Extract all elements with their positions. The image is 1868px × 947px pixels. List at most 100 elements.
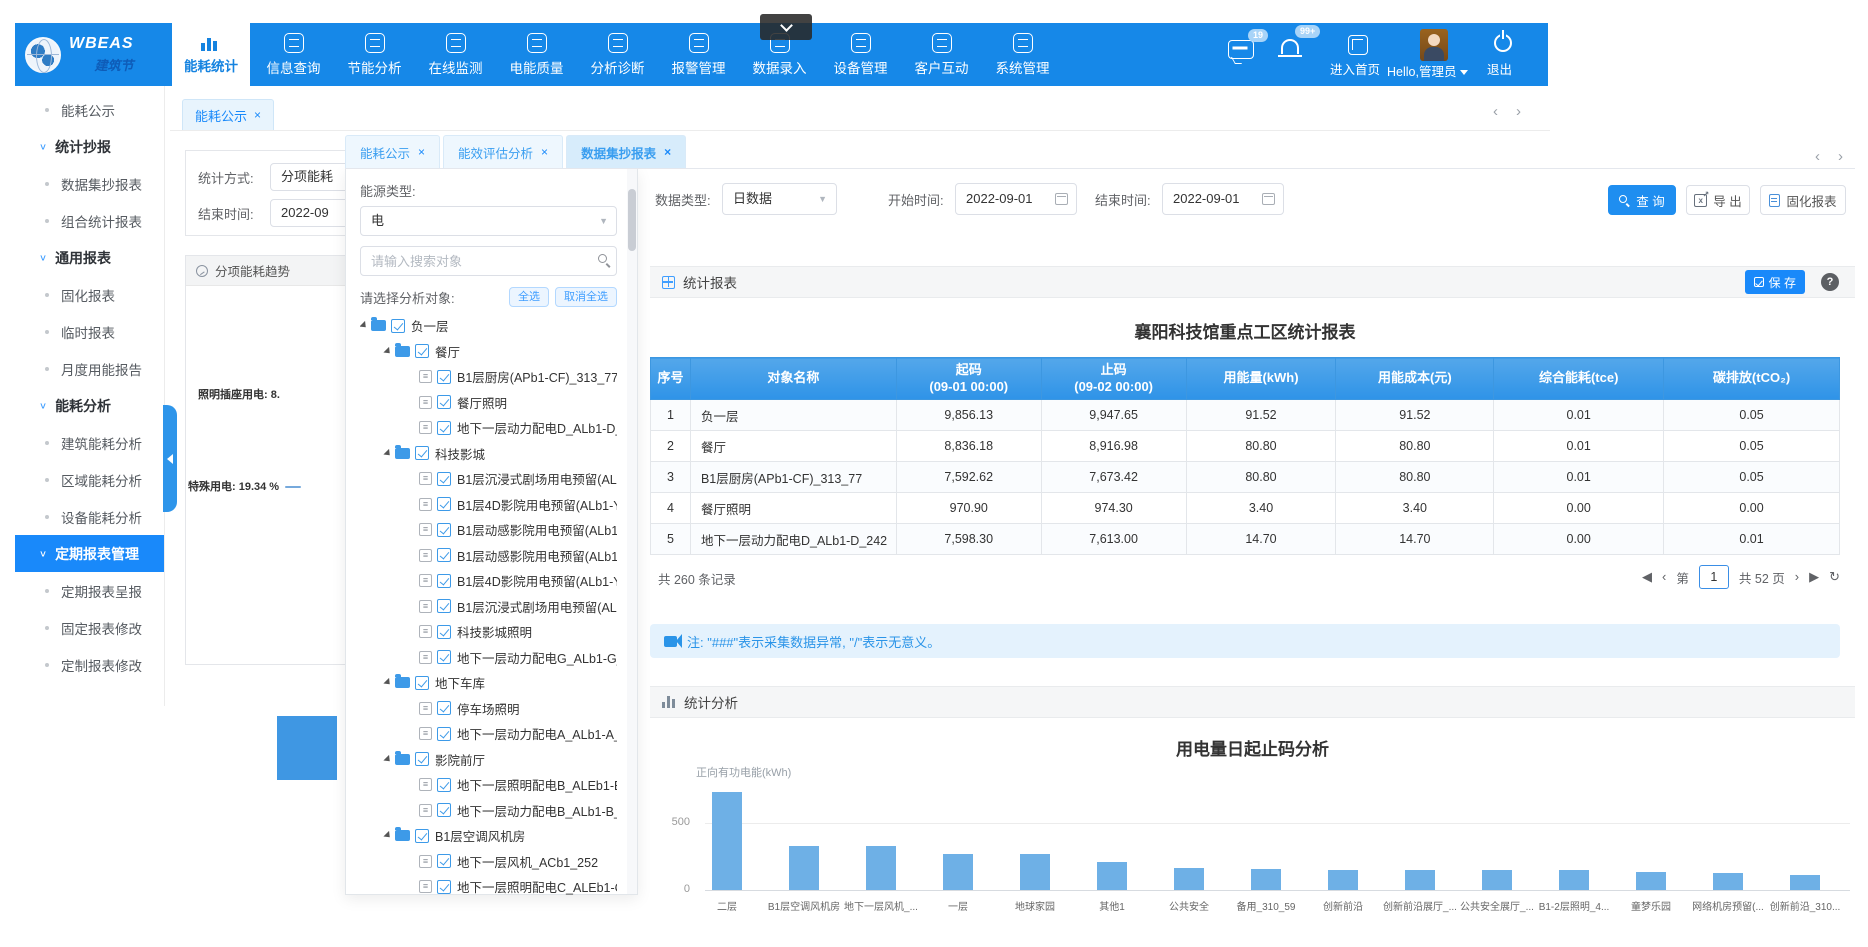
message-icon[interactable] xyxy=(1228,40,1254,59)
checkbox-checked[interactable] xyxy=(437,701,451,715)
tree-node[interactable]: ≡B1层4D影院用电预留(ALb1-YY(4 xyxy=(360,492,617,518)
close-icon[interactable]: × xyxy=(254,108,261,122)
checkbox-checked[interactable] xyxy=(437,650,451,664)
checkbox-checked[interactable] xyxy=(437,421,451,435)
tree-node[interactable]: ≡地下一层风机_ACb1_252 xyxy=(360,849,617,875)
sidebar-item-设备能耗分析[interactable]: 设备能耗分析 xyxy=(15,498,164,535)
workspace-tabs-right-arrow[interactable]: › xyxy=(1838,148,1843,165)
nav-item-energy-statistics[interactable]: 能耗统计 xyxy=(172,23,250,86)
start-date-input[interactable]: 2022-09-01 xyxy=(955,183,1077,215)
outer-tabs-left-arrow[interactable]: ‹ xyxy=(1493,103,1498,120)
expander-icon[interactable] xyxy=(383,678,392,687)
tree-node[interactable]: 科技影城 xyxy=(360,441,617,467)
prev-page-icon[interactable]: ‹ xyxy=(1662,565,1666,589)
checkbox-checked[interactable] xyxy=(415,752,429,766)
checkbox-checked[interactable] xyxy=(437,727,451,741)
checkbox-checked[interactable] xyxy=(437,574,451,588)
search-icon[interactable] xyxy=(598,254,607,263)
sidebar-item-建筑能耗分析[interactable]: 建筑能耗分析 xyxy=(15,424,164,461)
home-icon[interactable] xyxy=(1348,35,1368,55)
first-page-icon[interactable]: ◀ xyxy=(1642,565,1652,589)
workspace-tabs-left-arrow[interactable]: ‹ xyxy=(1815,148,1820,165)
checkbox-checked[interactable] xyxy=(437,625,451,639)
sidebar-item-固化报表[interactable]: 固化报表 xyxy=(15,276,164,313)
save-button[interactable]: 保 存 xyxy=(1745,270,1805,294)
workspace-tab-能效评估分析[interactable]: 能效评估分析× xyxy=(443,135,563,168)
sidebar-item-固定报表修改[interactable]: 固定报表修改 xyxy=(15,609,164,646)
query-button[interactable]: 查 询 xyxy=(1608,185,1676,215)
nav-item-信息查询[interactable]: 信息查询 xyxy=(253,23,334,86)
checkbox-checked[interactable] xyxy=(415,446,429,460)
user-menu[interactable]: Hello,管理员 xyxy=(1387,61,1468,80)
tree-node[interactable]: ≡科技影城照明 xyxy=(360,619,617,645)
tree-node[interactable]: B1层空调风机房 xyxy=(360,823,617,849)
tree-node[interactable]: ≡B1层厨房(APb1-CF)_313_77 xyxy=(360,364,617,390)
end-date-input[interactable]: 2022-09-01 xyxy=(1162,183,1284,215)
nav-item-电能质量[interactable]: 电能质量 xyxy=(496,23,577,86)
checkbox-checked[interactable] xyxy=(437,803,451,817)
checkbox-checked[interactable] xyxy=(415,344,429,358)
nav-item-在线监测[interactable]: 在线监测 xyxy=(415,23,496,86)
nav-item-客户互动[interactable]: 客户互动 xyxy=(901,23,982,86)
checkbox-checked[interactable] xyxy=(437,880,451,894)
next-page-icon[interactable]: › xyxy=(1795,565,1799,589)
last-page-icon[interactable]: ▶ xyxy=(1809,565,1819,589)
tree-node[interactable]: ≡B1层沉浸式剧场用电预留(ALb1-Y xyxy=(360,594,617,620)
expander-icon[interactable] xyxy=(383,831,392,840)
checkbox-checked[interactable] xyxy=(437,523,451,537)
close-icon[interactable]: × xyxy=(541,145,548,159)
search-input[interactable] xyxy=(361,247,616,275)
sidebar-item-统计抄报[interactable]: ∨统计抄报 xyxy=(15,128,164,165)
checkbox-checked[interactable] xyxy=(437,395,451,409)
sidebar-item-区域能耗分析[interactable]: 区域能耗分析 xyxy=(15,461,164,498)
expander-icon[interactable] xyxy=(383,755,392,764)
expander-icon[interactable] xyxy=(383,449,392,458)
deselect-all-button[interactable]: 取消全选 xyxy=(555,287,617,307)
nav-item-分析诊断[interactable]: 分析诊断 xyxy=(577,23,658,86)
enter-home-link[interactable]: 进入首页 xyxy=(1330,59,1380,78)
tree-node[interactable]: 地下车库 xyxy=(360,670,617,696)
export-button[interactable]: x 导 出 xyxy=(1686,185,1750,215)
checkbox-checked[interactable] xyxy=(415,829,429,843)
energy-type-select[interactable]: 电 ▼ xyxy=(360,206,617,236)
tree-node[interactable]: ≡B1层沉浸式剧场用电预留(ALb1-Y xyxy=(360,466,617,492)
data-type-select[interactable]: 日数据 ▼ xyxy=(722,183,837,215)
bell-icon[interactable] xyxy=(1281,39,1299,54)
tree-node[interactable]: ≡B1层动感影院用电预留(ALb1-YY xyxy=(360,543,617,569)
power-icon[interactable] xyxy=(1494,34,1512,52)
sidebar-collapse-handle[interactable] xyxy=(163,405,177,512)
checkbox-checked[interactable] xyxy=(437,854,451,868)
scrollbar-thumb[interactable] xyxy=(628,189,636,251)
tree-node[interactable]: ≡停车场照明 xyxy=(360,696,617,722)
tree-node[interactable]: ≡地下一层动力配电A_ALb1-A_266 xyxy=(360,721,617,747)
solidify-report-button[interactable]: 固化报表 xyxy=(1760,185,1846,215)
nav-item-设备管理[interactable]: 设备管理 xyxy=(820,23,901,86)
nav-item-报警管理[interactable]: 报警管理 xyxy=(658,23,739,86)
outer-tabs-right-arrow[interactable]: › xyxy=(1516,103,1521,120)
workspace-tab-数据集抄报表[interactable]: 数据集抄报表× xyxy=(566,135,686,168)
outer-tab-energy-publicity[interactable]: 能耗公示 × xyxy=(182,99,274,130)
checkbox-checked[interactable] xyxy=(415,676,429,690)
checkbox-checked[interactable] xyxy=(437,370,451,384)
tree-node[interactable]: 负一层 xyxy=(360,313,617,339)
workspace-tab-能耗公示[interactable]: 能耗公示× xyxy=(345,135,440,168)
page-number-input[interactable] xyxy=(1699,565,1729,589)
sidebar-item-定期报表呈报[interactable]: 定期报表呈报 xyxy=(15,572,164,609)
tree-node[interactable]: ≡地下一层动力配电B_ALb1-B_267 xyxy=(360,798,617,824)
tree-node[interactable]: ≡地下一层照明配电B_ALEb1-B_26 xyxy=(360,772,617,798)
sidebar-item-定制报表修改[interactable]: 定制报表修改 xyxy=(15,646,164,683)
nav-item-节能分析[interactable]: 节能分析 xyxy=(334,23,415,86)
checkbox-checked[interactable] xyxy=(391,319,405,333)
expander-icon[interactable] xyxy=(360,321,369,330)
help-icon[interactable]: ? xyxy=(1821,273,1839,291)
sidebar-item-组合统计报表[interactable]: 组合统计报表 xyxy=(15,202,164,239)
tree-node[interactable]: ≡地下一层动力配电G_ALb1-G_269 xyxy=(360,645,617,671)
checkbox-checked[interactable] xyxy=(437,599,451,613)
select-all-button[interactable]: 全选 xyxy=(509,287,549,307)
sidebar-item-定期报表管理[interactable]: ∨定期报表管理 xyxy=(15,535,164,572)
checkbox-checked[interactable] xyxy=(437,548,451,562)
sidebar-item-临时报表[interactable]: 临时报表 xyxy=(15,313,164,350)
sidebar-item-能耗公示[interactable]: 能耗公示 xyxy=(15,91,164,128)
sidebar-item-能耗分析[interactable]: ∨能耗分析 xyxy=(15,387,164,424)
sidebar-item-月度用能报告[interactable]: 月度用能报告 xyxy=(15,350,164,387)
